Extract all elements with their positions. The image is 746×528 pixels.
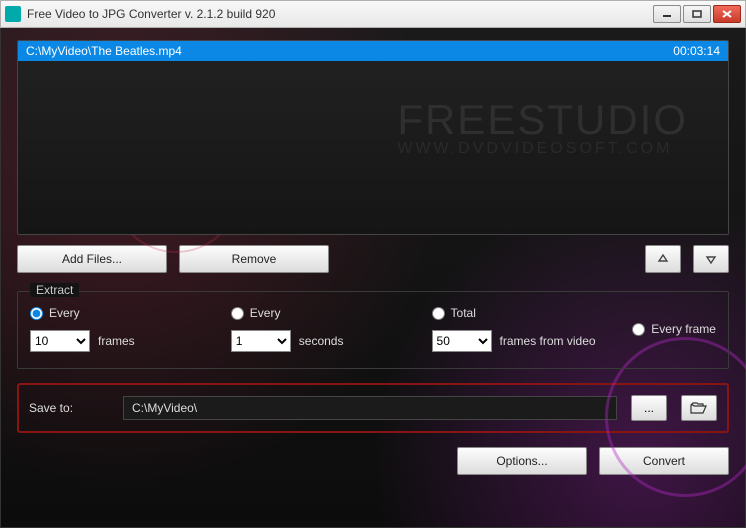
radio-total[interactable]: Total xyxy=(432,306,633,320)
extract-group: Extract Every 10 frames Every 1 xyxy=(17,291,729,369)
radio-every-frame[interactable]: Every frame xyxy=(632,322,716,336)
titlebar: Free Video to JPG Converter v. 2.1.2 bui… xyxy=(0,0,746,28)
open-folder-icon xyxy=(690,402,708,414)
file-buttons-row: Add Files... Remove xyxy=(17,245,729,273)
radio-every-frames-input[interactable] xyxy=(30,307,43,320)
convert-button[interactable]: Convert xyxy=(599,447,729,475)
radio-every-seconds-input[interactable] xyxy=(231,307,244,320)
maximize-icon xyxy=(692,10,702,18)
window-title: Free Video to JPG Converter v. 2.1.2 bui… xyxy=(27,7,653,21)
file-list[interactable]: C:\MyVideo\The Beatles.mp4 00:03:14 FREE… xyxy=(17,40,729,235)
add-files-button[interactable]: Add Files... xyxy=(17,245,167,273)
footer-buttons: Options... Convert xyxy=(17,447,729,475)
arrow-down-icon xyxy=(705,253,717,265)
maximize-button[interactable] xyxy=(683,5,711,23)
radio-every-seconds-label: Every xyxy=(250,306,281,320)
save-to-input[interactable] xyxy=(123,396,617,420)
radio-every-frames-label: Every xyxy=(49,306,80,320)
save-to-row: Save to: ... xyxy=(17,383,729,433)
radio-every-frames[interactable]: Every xyxy=(30,306,231,320)
close-icon xyxy=(722,10,732,18)
watermark: FREESTUDIO WWW.DVDVIDEOSOFT.COM xyxy=(397,96,688,158)
file-path: C:\MyVideo\The Beatles.mp4 xyxy=(26,44,673,58)
radio-every-frame-input[interactable] xyxy=(632,323,645,336)
extract-group-label: Extract xyxy=(30,283,79,297)
file-list-row[interactable]: C:\MyVideo\The Beatles.mp4 00:03:14 xyxy=(18,41,728,61)
watermark-subtitle: WWW.DVDVIDEOSOFT.COM xyxy=(397,140,688,158)
move-up-button[interactable] xyxy=(645,245,681,273)
minimize-button[interactable] xyxy=(653,5,681,23)
arrow-up-icon xyxy=(657,253,669,265)
close-button[interactable] xyxy=(713,5,741,23)
total-select[interactable]: 50 xyxy=(432,330,492,352)
every-frames-unit: frames xyxy=(98,334,135,348)
every-frames-select[interactable]: 10 xyxy=(30,330,90,352)
watermark-title: FREESTUDIO xyxy=(397,96,688,144)
radio-every-seconds[interactable]: Every xyxy=(231,306,432,320)
save-to-label: Save to: xyxy=(29,401,109,415)
open-folder-button[interactable] xyxy=(681,395,717,421)
app-icon xyxy=(5,6,21,22)
browse-button[interactable]: ... xyxy=(631,395,667,421)
move-down-button[interactable] xyxy=(693,245,729,273)
minimize-icon xyxy=(662,10,672,18)
radio-total-label: Total xyxy=(451,306,476,320)
remove-button[interactable]: Remove xyxy=(179,245,329,273)
app-body: C:\MyVideo\The Beatles.mp4 00:03:14 FREE… xyxy=(0,28,746,528)
every-seconds-select[interactable]: 1 xyxy=(231,330,291,352)
radio-every-frame-label: Every frame xyxy=(651,322,716,336)
radio-total-input[interactable] xyxy=(432,307,445,320)
window-controls xyxy=(653,5,741,23)
file-duration: 00:03:14 xyxy=(673,44,720,58)
options-button[interactable]: Options... xyxy=(457,447,587,475)
every-seconds-unit: seconds xyxy=(299,334,344,348)
total-unit: frames from video xyxy=(500,334,596,348)
